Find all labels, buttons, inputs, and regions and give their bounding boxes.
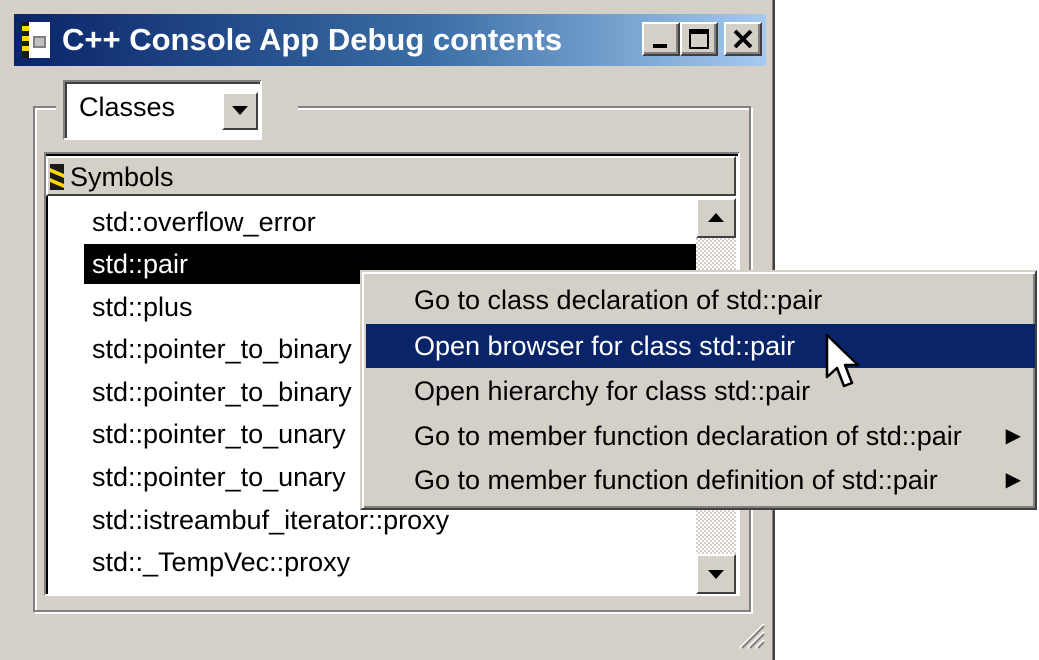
submenu-arrow-icon: ▶	[1005, 425, 1021, 447]
filter-combo-button[interactable]	[222, 92, 258, 130]
scroll-up-button[interactable]	[696, 198, 736, 238]
menu-item-go-to-class-declaration[interactable]: Go to class declaration of std::pair	[366, 278, 1035, 322]
symbols-header[interactable]: Symbols	[46, 156, 736, 196]
mouse-pointer-icon	[825, 333, 860, 388]
title-bar[interactable]: C++ Console App Debug contents	[14, 14, 766, 66]
scroll-down-button[interactable]	[696, 554, 736, 594]
context-menu: Go to class declaration of std::pair Ope…	[360, 270, 1037, 510]
filter-combo[interactable]: Classes	[63, 80, 262, 140]
list-item[interactable]: std::overflow_error	[84, 202, 316, 242]
list-item[interactable]: std::pointer_to_unary	[84, 457, 346, 497]
close-icon	[733, 29, 753, 49]
scroll-down-icon	[708, 570, 724, 579]
close-button[interactable]	[724, 22, 762, 56]
scroll-up-icon	[708, 213, 724, 222]
filter-combo-value: Classes	[79, 92, 176, 122]
menu-item-label: Go to member function definition of std:…	[414, 465, 938, 495]
menu-item-member-function-declaration[interactable]: Go to member function declaration of std…	[366, 414, 1035, 458]
list-item[interactable]: std::_TempVec::proxy	[84, 542, 350, 582]
menu-item-label: Open hierarchy for class std::pair	[414, 376, 811, 406]
list-item[interactable]: std::plus	[84, 287, 193, 327]
symbols-icon	[50, 164, 64, 190]
menu-item-label: Go to class declaration of std::pair	[414, 285, 823, 315]
menu-item-label: Go to member function declaration of std…	[414, 421, 962, 451]
chevron-down-icon	[232, 106, 248, 115]
submenu-arrow-icon: ▶	[1005, 469, 1021, 491]
menu-item-label: Open browser for class std::pair	[414, 331, 796, 361]
window-title: C++ Console App Debug contents	[62, 22, 563, 57]
menu-item-open-hierarchy[interactable]: Open hierarchy for class std::pair	[366, 369, 1035, 413]
symbols-header-label: Symbols	[70, 162, 174, 192]
list-item[interactable]: std::pointer_to_binary	[84, 372, 352, 412]
menu-item-open-browser[interactable]: Open browser for class std::pair	[366, 324, 1035, 368]
minimize-button[interactable]	[642, 22, 680, 56]
document-app-icon	[22, 22, 50, 58]
minimize-icon	[653, 44, 667, 48]
maximize-button[interactable]	[680, 22, 718, 56]
list-item[interactable]: std::pointer_to_unary	[84, 414, 346, 454]
list-item[interactable]: std::pointer_to_binary	[84, 329, 352, 369]
maximize-icon	[689, 29, 709, 49]
resize-grip-icon[interactable]	[730, 614, 766, 650]
menu-item-member-function-definition[interactable]: Go to member function definition of std:…	[366, 458, 1035, 502]
